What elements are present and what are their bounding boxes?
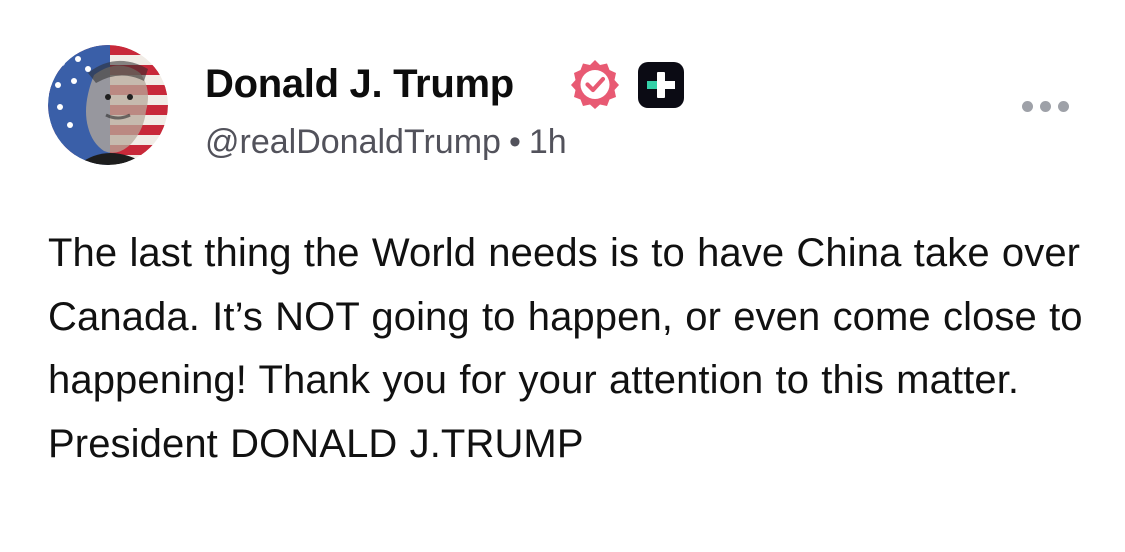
author-handle[interactable]: @realDonaldTrump xyxy=(205,123,501,161)
post-card: Donald J. Trump @realDonaldTrump • 1h The … xyxy=(0,0,1125,552)
avatar[interactable] xyxy=(48,45,168,165)
post-body-text: The last thing the World needs is to hav… xyxy=(48,231,1083,466)
meta-separator: • xyxy=(508,123,521,161)
more-horizontal-icon xyxy=(1022,101,1033,112)
author-name[interactable]: Donald J. Trump xyxy=(205,58,514,110)
post-timestamp[interactable]: 1h xyxy=(529,123,567,161)
truth-social-plus-icon xyxy=(638,62,684,108)
post-meta: @realDonaldTrump • 1h xyxy=(205,120,567,164)
avatar-image xyxy=(48,45,168,165)
verified-check-icon xyxy=(569,58,621,110)
more-options-button[interactable] xyxy=(1016,92,1076,120)
